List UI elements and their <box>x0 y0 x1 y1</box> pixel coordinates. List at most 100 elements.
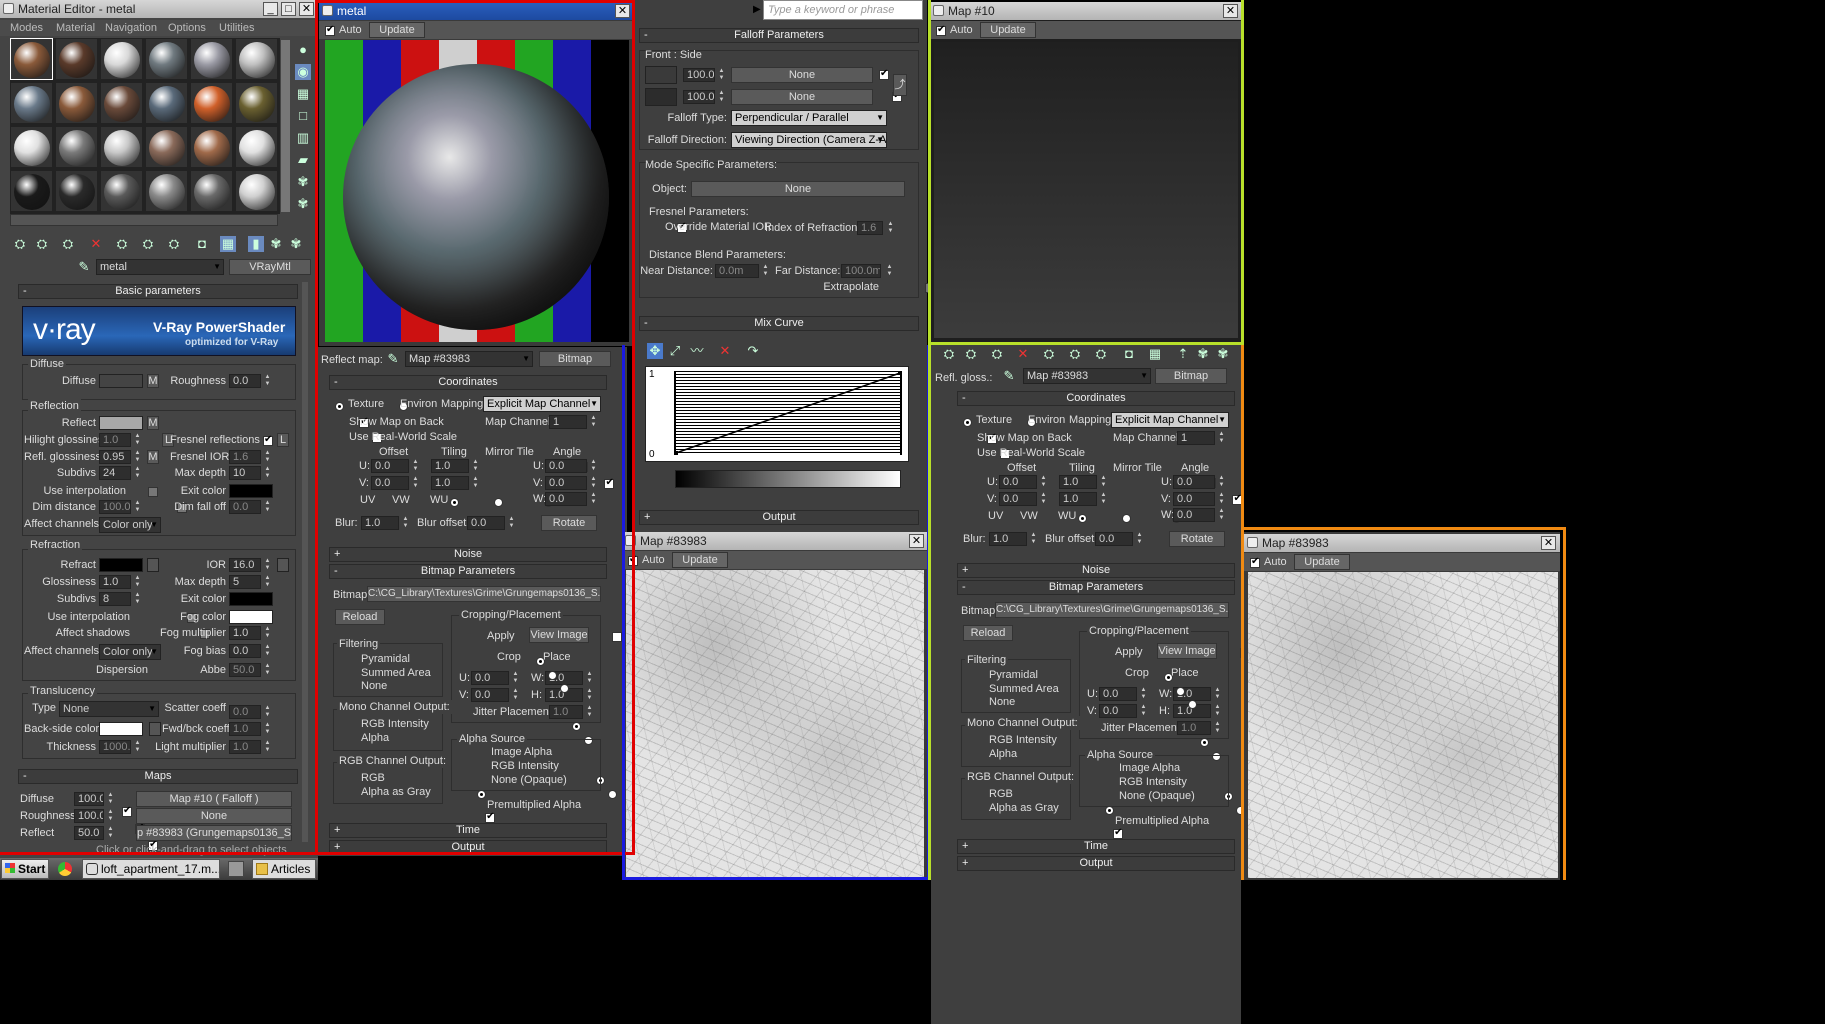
roughness-field[interactable]: 0.0 <box>229 374 261 388</box>
filter-none-radio[interactable] <box>1188 699 1198 709</box>
v-tiling-field[interactable]: 1.0 <box>1059 492 1097 506</box>
near-distance-field[interactable]: 0.0m <box>715 264 759 278</box>
menu-material[interactable]: Material <box>56 20 95 36</box>
crop-h-spinner[interactable]: ▲ ▼ <box>1213 704 1222 718</box>
bitmap-params-header[interactable]: - Bitmap Parameters <box>329 564 607 579</box>
refl-gloss-field[interactable]: 0.95 <box>99 450 131 464</box>
rgb-intensity-radio[interactable] <box>572 721 582 731</box>
map-row-spinner[interactable]: ▲ ▼ <box>106 809 115 823</box>
refl-gloss-spinner[interactable]: ▲ ▼ <box>133 450 142 464</box>
update-button[interactable]: Update <box>369 22 425 38</box>
thickness-field[interactable]: 1000.0 <box>99 740 131 754</box>
copy-material-icon[interactable]: ⛭ <box>1041 346 1057 362</box>
material-slot[interactable] <box>10 38 53 80</box>
scale-point-icon[interactable]: ⤢ <box>667 343 683 359</box>
show-map-icon[interactable]: ▦ <box>1147 346 1163 362</box>
options-icon[interactable]: ✾ <box>1215 346 1231 362</box>
material-slot[interactable] <box>55 38 98 80</box>
view-image-button[interactable]: View Image <box>1157 643 1217 659</box>
assign-to-selection-icon[interactable]: ⛭ <box>989 346 1005 362</box>
slots-hscrollbar[interactable] <box>10 214 278 226</box>
material-slot[interactable] <box>190 126 233 168</box>
material-editor-titlebar[interactable]: Material Editor - metal _ □ ✕ <box>0 0 318 18</box>
alpha-gray-radio[interactable] <box>608 789 618 799</box>
u-offset-spinner[interactable]: ▲ ▼ <box>1039 475 1048 489</box>
u-offset-field[interactable]: 0.0 <box>371 459 409 473</box>
u-angle-spinner[interactable]: ▲ ▼ <box>589 459 598 473</box>
make-preview-icon[interactable]: ▰ <box>295 152 311 168</box>
uv-tiling-icon[interactable]: □ <box>295 108 311 124</box>
material-slot[interactable] <box>235 82 278 124</box>
refr-gloss-field[interactable]: 1.0 <box>99 575 131 589</box>
map-row-amount[interactable]: 50.0 <box>74 826 104 840</box>
material-slot[interactable] <box>145 170 188 212</box>
rotate-button[interactable]: Rotate <box>1169 531 1225 547</box>
apply-checkbox[interactable] <box>611 632 622 643</box>
slots-scrollbar[interactable] <box>281 40 290 212</box>
blur-offset-field[interactable]: 0.0 <box>467 516 505 530</box>
material-slot[interactable] <box>55 82 98 124</box>
falloff-output-header[interactable]: + Output <box>639 510 919 525</box>
material-slot[interactable] <box>100 82 143 124</box>
update-button[interactable]: Update <box>672 552 728 568</box>
calculator-icon[interactable] <box>228 861 244 877</box>
material-slot[interactable] <box>100 38 143 80</box>
jitter-field[interactable]: 1.0 <box>549 705 583 719</box>
time-header[interactable]: + Time <box>957 839 1235 854</box>
refl-gloss-map-name-field[interactable]: Map #83983 <box>1023 368 1151 384</box>
back-color-map-button[interactable] <box>149 722 161 736</box>
refl-gloss-map-button[interactable]: M <box>147 450 159 464</box>
map83983-b-titlebar[interactable]: Map #83983 ✕ <box>1244 534 1560 552</box>
refl-exit-color-swatch[interactable] <box>229 484 273 498</box>
close-button[interactable]: ✕ <box>615 4 630 18</box>
v-tile-checkbox[interactable] <box>604 477 615 490</box>
blur-spinner[interactable]: ▲ ▼ <box>1029 532 1038 546</box>
u-tiling-spinner[interactable]: ▲ ▼ <box>471 459 480 473</box>
material-id-icon[interactable]: ◘ <box>1121 346 1137 362</box>
falloff-ior-spinner[interactable]: ▲ ▼ <box>886 221 895 235</box>
make-unique-icon[interactable]: ⛭ <box>140 236 156 252</box>
light-mult-field[interactable]: 1.0 <box>229 740 261 754</box>
blur-field[interactable]: 1.0 <box>989 532 1027 546</box>
w-angle-field[interactable]: 0.0 <box>545 492 587 506</box>
summed-area-radio[interactable] <box>1176 686 1185 696</box>
reset-map-icon[interactable]: ✕ <box>1015 346 1031 362</box>
maps-header[interactable]: - Maps <box>18 769 298 784</box>
crop-u-field[interactable]: 0.0 <box>1099 687 1137 701</box>
show-map-icon[interactable]: ▦ <box>220 236 236 252</box>
auto-checkbox[interactable] <box>936 24 946 37</box>
reload-button[interactable]: Reload <box>335 609 385 625</box>
assign-to-selection-icon[interactable]: ⛭ <box>60 236 76 252</box>
show-end-result-icon[interactable]: ▮ <box>248 236 264 252</box>
v-offset-spinner[interactable]: ▲ ▼ <box>1039 492 1048 506</box>
reflect-map-name-field[interactable]: Map #83983 <box>405 351 533 367</box>
material-slot[interactable] <box>145 38 188 80</box>
auto-checkbox[interactable] <box>325 24 335 37</box>
options-icon[interactable]: ✾ <box>295 174 311 190</box>
fwd-bck-spinner[interactable]: ▲ ▼ <box>263 722 272 736</box>
material-type-button[interactable]: VRayMtl <box>229 259 311 275</box>
menu-utilities[interactable]: Utilities <box>219 20 254 36</box>
go-sibling-icon[interactable]: ✾ <box>288 236 304 252</box>
bitmap-path-button[interactable]: C:\CG_Library\Textures\Grime\Grungemaps0… <box>367 586 601 602</box>
refl-subdivs-field[interactable]: 24 <box>99 466 131 480</box>
go-sibling-icon[interactable]: ✾ <box>1195 346 1211 362</box>
make-unique-icon[interactable]: ⛭ <box>1067 346 1083 362</box>
chrome-icon[interactable] <box>58 862 72 876</box>
trans-type-dropdown[interactable]: None <box>59 701 159 717</box>
falloff-type-dropdown[interactable]: Perpendicular / Parallel <box>731 110 887 126</box>
fog-mult-spinner[interactable]: ▲ ▼ <box>263 626 272 640</box>
put-to-library-icon[interactable]: ⛭ <box>166 236 182 252</box>
fog-mult-field[interactable]: 1.0 <box>229 626 261 640</box>
map-channel-spinner[interactable]: ▲ ▼ <box>589 415 598 429</box>
v-angle-spinner[interactable]: ▲ ▼ <box>1217 492 1226 506</box>
material-slot[interactable] <box>190 82 233 124</box>
blur-offset-field[interactable]: 0.0 <box>1095 532 1133 546</box>
reset-curve-icon[interactable]: ↷ <box>745 343 761 359</box>
basic-params-header[interactable]: - Basic parameters <box>18 284 298 299</box>
auto-checkbox[interactable] <box>1250 556 1260 569</box>
crop-w-spinner[interactable]: ▲ ▼ <box>585 671 594 685</box>
rgb-intensity-radio[interactable] <box>1200 737 1210 747</box>
refr-subdivs-spinner[interactable]: ▲ ▼ <box>133 592 142 606</box>
crop-w-spinner[interactable]: ▲ ▼ <box>1213 687 1222 701</box>
